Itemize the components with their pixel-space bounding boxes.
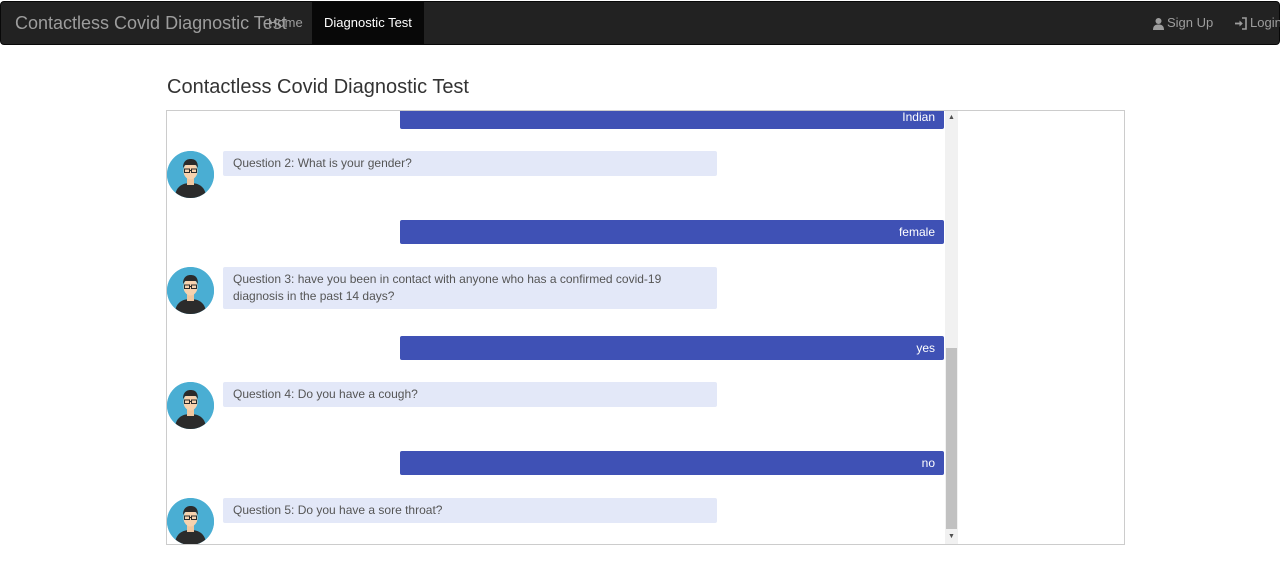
- chat-panel: Indian Question 2: What is your gender? …: [166, 110, 1125, 545]
- nav-home-link[interactable]: Home: [256, 2, 315, 44]
- login-label: Login: [1250, 15, 1280, 30]
- bot-message: Question 3: have you been in contact wit…: [223, 267, 717, 309]
- top-navbar: Contactless Covid Diagnostic Test Home D…: [0, 1, 1280, 45]
- bot-avatar-icon: [167, 151, 214, 198]
- signup-label: Sign Up: [1167, 15, 1214, 30]
- scroll-up-arrow-icon[interactable]: ▲: [945, 111, 958, 125]
- scroll-down-arrow-icon[interactable]: ▼: [945, 530, 958, 544]
- scroll-thumb[interactable]: [946, 348, 957, 529]
- page-title: Contactless Covid Diagnostic Test: [167, 76, 469, 98]
- user-message: Indian: [400, 111, 944, 129]
- user-icon: [1153, 17, 1164, 30]
- bot-message: Question 4: Do you have a cough?: [223, 382, 717, 407]
- bot-avatar-icon: [167, 382, 214, 429]
- user-message: no: [400, 451, 944, 475]
- nav-diagnostic-test-link[interactable]: Diagnostic Test: [312, 2, 424, 44]
- navbar-brand[interactable]: Contactless Covid Diagnostic Test: [15, 2, 287, 44]
- nav-login-link[interactable]: Login: [1234, 2, 1280, 44]
- bot-message: Question 2: What is your gender?: [223, 151, 717, 176]
- bot-avatar-icon: [167, 498, 214, 544]
- bot-avatar-icon: [167, 267, 214, 314]
- user-message: female: [400, 220, 944, 244]
- chat-scrollbar[interactable]: ▲ ▼: [945, 111, 958, 544]
- nav-signup-link[interactable]: Sign Up: [1152, 2, 1213, 44]
- bot-message: Question 5: Do you have a sore throat?: [223, 498, 717, 523]
- user-message: yes: [400, 336, 944, 360]
- chat-messages[interactable]: Indian Question 2: What is your gender? …: [167, 111, 959, 544]
- login-icon: [1235, 16, 1247, 30]
